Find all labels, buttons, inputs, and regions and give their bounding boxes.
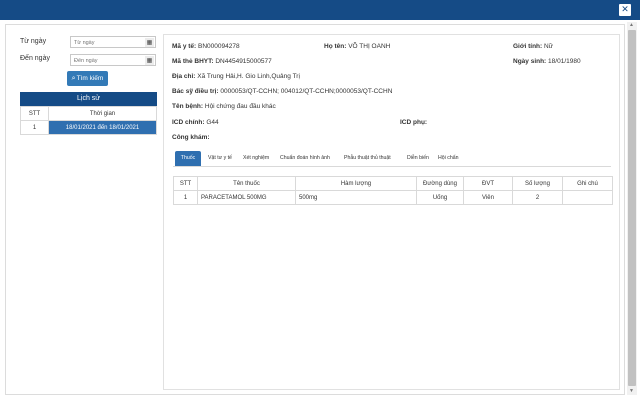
row-strength: 500mg [295, 190, 417, 205]
search-button[interactable]: ⌕Tìm kiếm [67, 71, 108, 86]
to-date-input[interactable] [74, 56, 140, 65]
search-button-label: Tìm kiếm [76, 75, 104, 82]
row-unit: Viên [463, 190, 513, 205]
row-stt: 1 [173, 190, 198, 205]
doctor-value: 0000053/QT-CCHN; 004012/QT-CCHN;0000053/… [220, 88, 393, 95]
exam-fee: Công khám: [172, 134, 210, 141]
row-route: Uống [416, 190, 464, 205]
row-drug-name: PARACETAMOL 500MG [197, 190, 296, 205]
doctor-label: Bác sỹ điều trị: [172, 88, 219, 95]
scrollbar-thumb[interactable] [628, 30, 636, 386]
dob-label: Ngày sinh: [513, 58, 547, 65]
col-strength: Hàm lượng [295, 176, 417, 191]
icd-main-value: G44 [206, 119, 219, 126]
col-unit: ĐVT [463, 176, 513, 191]
history-table: STT Thời gian 1 18/01/2021 đến 18/01/202… [20, 106, 157, 135]
modal-titlebar [0, 0, 640, 20]
history-header-row: STT Thời gian [20, 106, 157, 121]
address: Địa chỉ: Xã Trung Hải,H. Gio Linh,Quảng … [172, 73, 300, 80]
gender-label: Giới tính: [513, 43, 543, 50]
row-note [562, 190, 613, 205]
medical-id: Mã y tế: BN000094278 [172, 43, 240, 50]
address-label: Địa chỉ: [172, 73, 196, 80]
col-note: Ghi chú [562, 176, 613, 191]
search-icon: ⌕ [71, 74, 76, 82]
to-date-field[interactable]: ▦ [70, 54, 156, 66]
tab-lab-tests[interactable]: Xét nghiệm [243, 151, 269, 166]
disease-label: Tên bệnh: [172, 103, 204, 110]
calendar-icon[interactable]: ▦ [145, 38, 154, 47]
scroll-up-icon[interactable]: ▲ [629, 22, 634, 28]
icd-main: ICD chính: G44 [172, 119, 219, 126]
icd-main-label: ICD chính: [172, 119, 205, 126]
from-date-input[interactable] [74, 38, 140, 47]
name-label: Họ tên: [324, 43, 347, 50]
col-stt: STT [173, 176, 198, 191]
tab-imaging[interactable]: Chuẩn đoán hình ảnh [280, 151, 330, 166]
doctor: Bác sỹ điều trị: 0000053/QT-CCHN; 004012… [172, 88, 392, 95]
vertical-scrollbar[interactable]: ▲ ▼ [627, 22, 637, 395]
tab-medical-supplies[interactable]: Vật tư y tế [208, 151, 232, 166]
gender: Giới tính: Nữ [513, 43, 553, 50]
history-row-time[interactable]: 18/01/2021 đến 18/01/2021 [48, 120, 157, 135]
close-icon[interactable]: ✕ [619, 4, 631, 16]
dob-value: 18/01/1980 [548, 58, 581, 65]
icd-sub: ICD phụ: [400, 119, 427, 126]
col-drug-name: Tên thuốc [197, 176, 296, 191]
history-row-stt: 1 [20, 120, 49, 135]
history-row[interactable]: 1 18/01/2021 đến 18/01/2021 [20, 120, 157, 135]
name-value: VÕ THỊ OANH [348, 43, 391, 50]
row-quantity: 2 [512, 190, 563, 205]
history-col-stt: STT [20, 106, 49, 121]
tab-medicine[interactable]: Thuốc [175, 151, 201, 166]
from-date-field[interactable]: ▦ [70, 36, 156, 48]
insurance-label: Mã thẻ BHYT: [172, 58, 214, 65]
history-col-time: Thời gian [48, 106, 157, 121]
scroll-down-icon[interactable]: ▼ [629, 388, 634, 394]
patient-name: Họ tên: VÕ THỊ OANH [324, 43, 390, 50]
tab-consultation[interactable]: Hội chẩn [438, 151, 458, 166]
disease-value: Hội chứng đau đầu khác [204, 103, 276, 110]
medical-id-label: Mã y tế: [172, 43, 197, 50]
medicine-table: STT Tên thuốc Hàm lượng Đường dùng ĐVT S… [173, 176, 613, 205]
col-route: Đường dùng [416, 176, 464, 191]
medical-id-value: BN000094278 [198, 43, 240, 50]
gender-value: Nữ [543, 43, 554, 50]
icd-sub-label: ICD phụ: [400, 119, 428, 126]
medicine-header-row: STT Tên thuốc Hàm lượng Đường dùng ĐVT S… [173, 176, 613, 191]
history-panel: Lịch sử STT Thời gian 1 18/01/2021 đến 1… [20, 92, 157, 135]
tab-surgery[interactable]: Phẫu thuật thủ thuật [344, 151, 391, 166]
detail-tabs: Thuốc Vật tư y tế Xét nghiệm Chuẩn đoán … [173, 151, 611, 167]
exam-label: Công khám: [172, 134, 210, 141]
calendar-icon[interactable]: ▦ [145, 56, 154, 65]
history-title: Lịch sử [20, 92, 157, 106]
table-row[interactable]: 1 PARACETAMOL 500MG 500mg Uống Viên 2 [173, 190, 613, 205]
address-value: Xã Trung Hải,H. Gio Linh,Quảng Trị [197, 73, 300, 80]
date-of-birth: Ngày sinh: 18/01/1980 [513, 58, 581, 65]
insurance-value: DN4454915000577 [215, 58, 272, 65]
from-date-label: Từ ngày [20, 38, 47, 45]
disease: Tên bệnh: Hội chứng đau đầu khác [172, 103, 276, 110]
insurance-card: Mã thẻ BHYT: DN4454915000577 [172, 58, 272, 65]
to-date-label: Đến ngày [20, 55, 50, 62]
tab-progress[interactable]: Diễn biến [407, 151, 429, 166]
col-quantity: Số lượng [512, 176, 563, 191]
